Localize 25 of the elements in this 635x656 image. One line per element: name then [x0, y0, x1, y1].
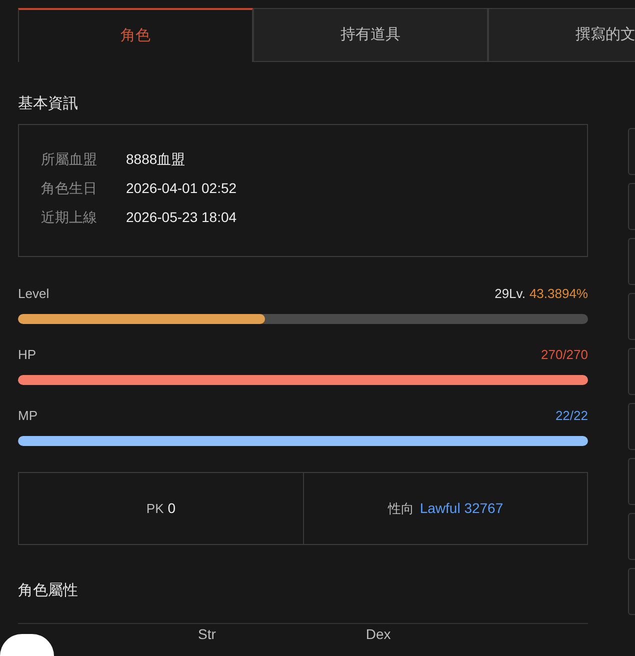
tab[interactable]: 撰寫的文 — [488, 8, 635, 62]
bar-reading: 22/22 — [555, 407, 588, 426]
section-heading: 基本資訊 — [18, 94, 79, 114]
bar-label: MP — [18, 407, 38, 426]
bar-reading: 270/270 — [541, 346, 588, 364]
info-label: 近期上線 — [41, 208, 98, 227]
tab[interactable]: 角色 — [18, 8, 253, 62]
info-value: 8888血盟 — [126, 150, 186, 169]
tab[interactable]: 持有道具 — [253, 8, 488, 62]
info-label: 角色生日 — [41, 179, 98, 198]
floating-button[interactable] — [0, 634, 54, 656]
alignment-value: Lawful 32767 — [420, 499, 504, 518]
attribute-label: Str — [198, 626, 216, 643]
info-label: 所屬血盟 — [41, 150, 98, 169]
bar-label: Level — [18, 285, 50, 304]
info-value: 2026-05-23 18:04 — [126, 208, 237, 227]
alignment-label: 性向 — [388, 500, 414, 518]
pk-value: 0 — [168, 499, 176, 518]
info-value: 2026-04-01 02:52 — [126, 179, 237, 198]
pk-label: PK — [146, 500, 164, 518]
bar-label: HP — [18, 346, 36, 364]
attribute-label: Dex — [366, 626, 391, 643]
bar-reading: 29Lv. — [494, 285, 526, 304]
section-heading: 角色屬性 — [18, 581, 588, 624]
percent-value: 43.3894% — [529, 285, 588, 304]
